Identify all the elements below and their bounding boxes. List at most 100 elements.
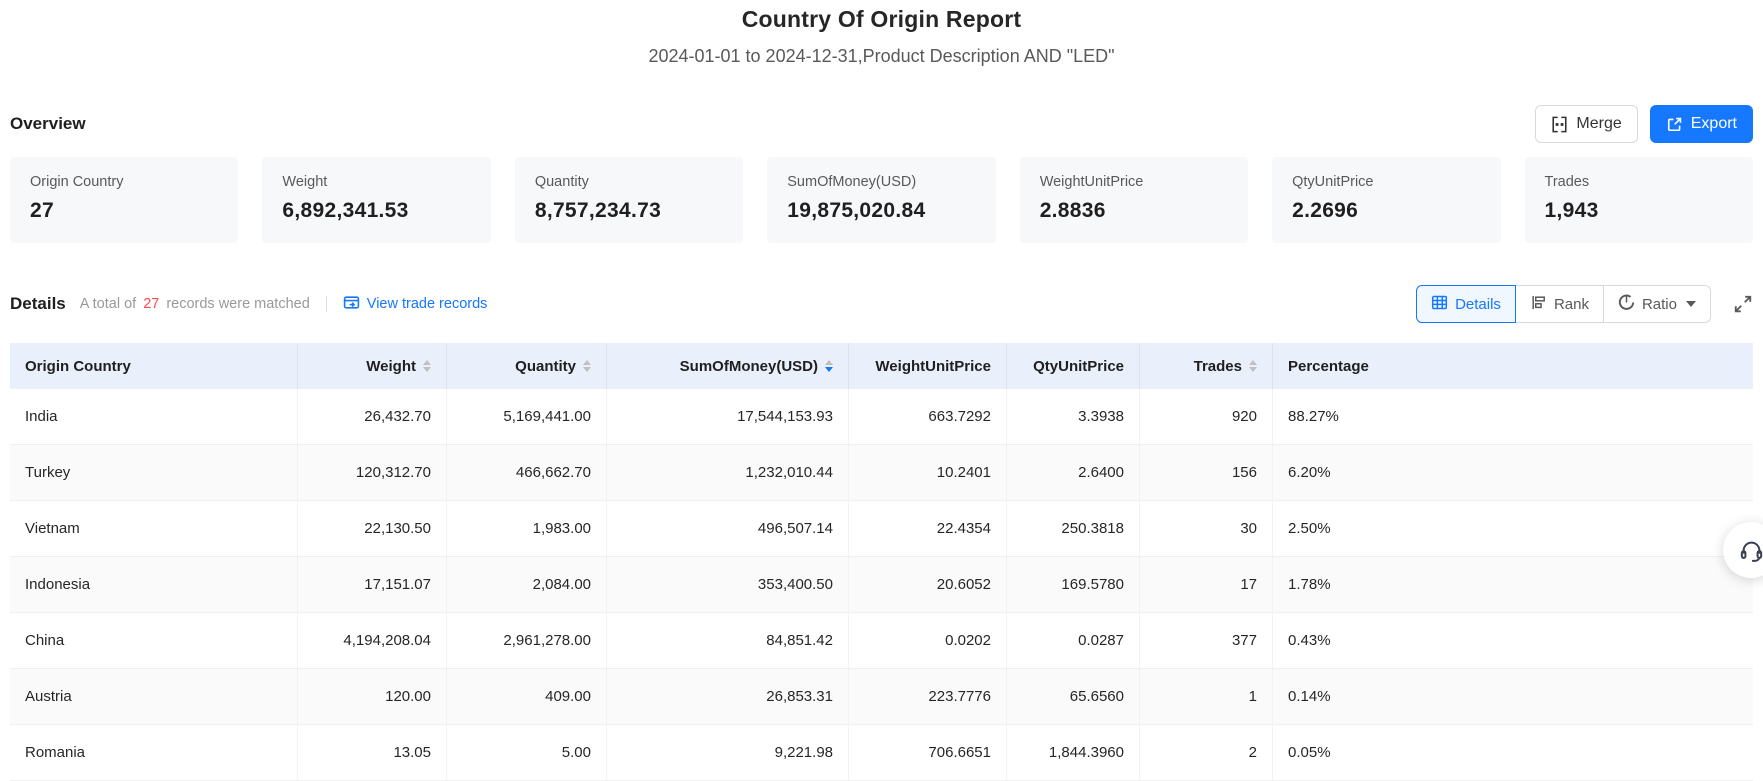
cell-qty-unit-price: 2.6400: [1007, 445, 1140, 500]
divider: [326, 296, 327, 312]
cell-weight-unit-price: 223.7776: [849, 669, 1007, 724]
cell-quantity: 2,084.00: [447, 557, 607, 612]
cell-percentage: 0.14%: [1273, 669, 1753, 724]
cell-trades: 156: [1140, 445, 1273, 500]
cell-sum: 26,853.31: [607, 669, 849, 724]
table-row-china: China 4,194,208.04 2,961,278.00 84,851.4…: [10, 613, 1753, 669]
cell-qty-unit-price: 1,844.3960: [1007, 725, 1140, 780]
sorter-icon: [583, 360, 591, 372]
table-header-row: Origin Country Weight Quantity SumOfMone…: [10, 343, 1753, 389]
tab-rank[interactable]: Rank: [1515, 285, 1604, 323]
column-header-qty-unit-price: QtyUnitPrice: [1007, 343, 1140, 389]
cell-country: Turkey: [10, 445, 298, 500]
fullscreen-icon: [1733, 294, 1753, 314]
cell-percentage: 0.43%: [1273, 613, 1753, 668]
column-header-weight-unit-price: WeightUnitPrice: [849, 343, 1007, 389]
stat-value: 19,875,020.84: [787, 199, 975, 223]
details-bar-left: Details A total of27records were matched…: [10, 294, 487, 315]
tab-ratio[interactable]: Ratio: [1603, 285, 1711, 323]
headset-icon: [1738, 537, 1763, 564]
overview-heading: Overview: [10, 114, 86, 134]
cell-sum: 84,851.42: [607, 613, 849, 668]
cell-weight-unit-price: 663.7292: [849, 389, 1007, 444]
view-switcher: Details Rank Ratio: [1416, 285, 1711, 323]
column-header-sum-of-money[interactable]: SumOfMoney(USD): [607, 343, 849, 389]
cell-quantity: 2,961,278.00: [447, 613, 607, 668]
cell-country: Indonesia: [10, 557, 298, 612]
cell-trades: 2: [1140, 725, 1273, 780]
table-row-india: India 26,432.70 5,169,441.00 17,544,153.…: [10, 389, 1753, 445]
stat-value: 6,892,341.53: [282, 199, 470, 223]
view-trade-records-link[interactable]: View trade records: [343, 294, 488, 315]
column-header-quantity[interactable]: Quantity: [447, 343, 607, 389]
cell-weight: 13.05: [298, 725, 447, 780]
cell-trades: 1: [1140, 669, 1273, 724]
cell-weight: 22,130.50: [298, 501, 447, 556]
cell-trades: 920: [1140, 389, 1273, 444]
stat-card-weight: Weight 6,892,341.53: [262, 157, 490, 243]
details-heading: Details: [10, 294, 66, 314]
cell-qty-unit-price: 250.3818: [1007, 501, 1140, 556]
tab-ratio-label: Ratio: [1642, 296, 1677, 313]
trade-records-icon: [343, 294, 360, 315]
cell-qty-unit-price: 3.3938: [1007, 389, 1140, 444]
column-header-origin-country: Origin Country: [10, 343, 298, 389]
stat-value: 27: [30, 199, 218, 223]
report-header: Country Of Origin Report 2024-01-01 to 2…: [0, 0, 1763, 67]
stat-card-qty-unit-price: QtyUnitPrice 2.2696: [1272, 157, 1500, 243]
cell-country: Austria: [10, 669, 298, 724]
merge-button[interactable]: Merge: [1535, 105, 1637, 143]
cell-qty-unit-price: 169.5780: [1007, 557, 1140, 612]
cell-qty-unit-price: 65.6560: [1007, 669, 1140, 724]
stat-label: Trades: [1545, 174, 1733, 190]
cell-country: India: [10, 389, 298, 444]
details-bar-right: Details Rank Ratio: [1416, 285, 1753, 323]
table-icon: [1431, 294, 1448, 315]
cell-trades: 17: [1140, 557, 1273, 612]
merge-button-label: Merge: [1576, 115, 1621, 133]
cell-quantity: 409.00: [447, 669, 607, 724]
cell-sum: 353,400.50: [607, 557, 849, 612]
column-header-weight[interactable]: Weight: [298, 343, 447, 389]
view-trade-records-label: View trade records: [367, 296, 488, 312]
stat-label: Weight: [282, 174, 470, 190]
cell-qty-unit-price: 0.0287: [1007, 613, 1140, 668]
sort-caret-up-icon: [825, 360, 833, 365]
cell-country: Vietnam: [10, 501, 298, 556]
sort-caret-up-icon: [423, 360, 431, 365]
cell-sum: 9,221.98: [607, 725, 849, 780]
sorter-icon: [1249, 360, 1257, 372]
rank-icon: [1530, 294, 1547, 315]
overview-stats: Origin Country 27 Weight 6,892,341.53 Qu…: [0, 157, 1763, 243]
tab-details-label: Details: [1455, 296, 1501, 313]
tab-details[interactable]: Details: [1416, 285, 1516, 323]
cell-sum: 496,507.14: [607, 501, 849, 556]
cell-percentage: 1.78%: [1273, 557, 1753, 612]
overview-toolbar: Overview Merge Export: [0, 105, 1763, 143]
details-bar: Details A total of27records were matched…: [0, 285, 1763, 323]
cell-weight-unit-price: 0.0202: [849, 613, 1007, 668]
cell-weight: 17,151.07: [298, 557, 447, 612]
cell-weight-unit-price: 706.6651: [849, 725, 1007, 780]
stat-card-weight-unit-price: WeightUnitPrice 2.8836: [1020, 157, 1248, 243]
stat-card-quantity: Quantity 8,757,234.73: [515, 157, 743, 243]
table-row-austria: Austria 120.00 409.00 26,853.31 223.7776…: [10, 669, 1753, 725]
sort-caret-down-icon: [583, 367, 591, 372]
tab-rank-label: Rank: [1554, 296, 1589, 313]
sort-caret-down-icon: [1249, 367, 1257, 372]
cell-trades: 30: [1140, 501, 1273, 556]
cell-weight: 4,194,208.04: [298, 613, 447, 668]
merge-icon: [1551, 116, 1568, 133]
export-button[interactable]: Export: [1650, 105, 1753, 143]
sort-caret-up-icon: [1249, 360, 1257, 365]
column-header-percentage: Percentage: [1273, 343, 1753, 389]
stat-label: SumOfMoney(USD): [787, 174, 975, 190]
page-subtitle: 2024-01-01 to 2024-12-31,Product Descrip…: [0, 46, 1763, 67]
cell-weight-unit-price: 22.4354: [849, 501, 1007, 556]
cell-percentage: 88.27%: [1273, 389, 1753, 444]
column-header-trades[interactable]: Trades: [1140, 343, 1273, 389]
cell-weight-unit-price: 20.6052: [849, 557, 1007, 612]
fullscreen-button[interactable]: [1733, 294, 1753, 314]
details-table: Origin Country Weight Quantity SumOfMone…: [10, 343, 1753, 781]
table-row-turkey: Turkey 120,312.70 466,662.70 1,232,010.4…: [10, 445, 1753, 501]
